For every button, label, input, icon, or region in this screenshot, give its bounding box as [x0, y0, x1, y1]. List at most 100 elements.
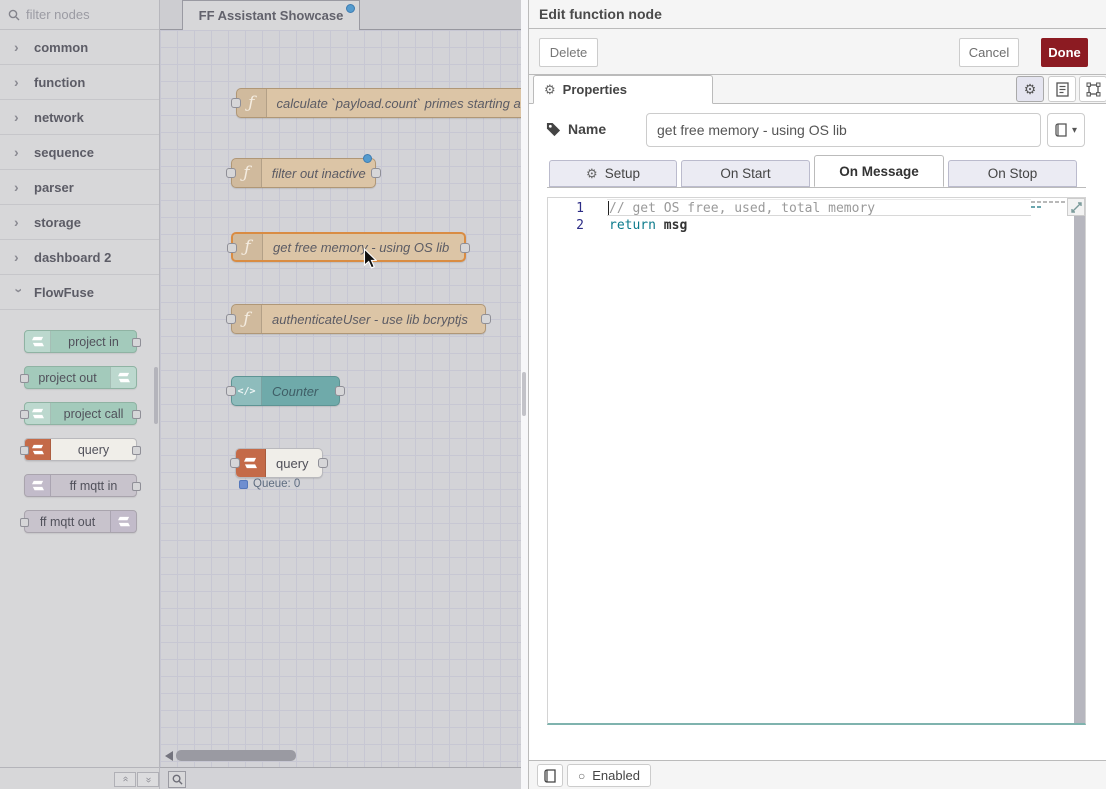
- expand-editor-button[interactable]: [1067, 198, 1085, 216]
- flowfuse-logo-icon: [25, 475, 51, 496]
- gear-icon: ⚙: [544, 82, 556, 98]
- chevron-right-icon: ›: [14, 144, 24, 160]
- delete-button[interactable]: Delete: [539, 38, 598, 67]
- gear-icon: ⚙: [586, 166, 598, 182]
- node-enabled-toggle[interactable]: ○ Enabled: [567, 764, 651, 787]
- palette-collapse-all-button[interactable]: »: [114, 772, 136, 787]
- edit-tray: Edit function node Delete Cancel Done ⚙ …: [528, 0, 1106, 789]
- tag-icon: [546, 122, 561, 137]
- palette-node-project-out[interactable]: project out: [24, 366, 137, 389]
- flowfuse-logo-icon: [110, 511, 136, 532]
- chevron-right-icon: ›: [14, 74, 24, 90]
- node-input-port[interactable]: [226, 386, 236, 396]
- palette-node-ff-mqtt-out[interactable]: ff mqtt out: [24, 510, 137, 533]
- palette-expand-all-button[interactable]: »: [137, 772, 159, 787]
- tray-footer: ○ Enabled: [529, 760, 1106, 789]
- workspace-grid[interactable]: [160, 30, 521, 789]
- palette-category-common[interactable]: ›common: [0, 30, 159, 65]
- palette-category-parser[interactable]: ›parser: [0, 170, 159, 205]
- tab-on-message[interactable]: On Message: [814, 155, 944, 187]
- node-input-port[interactable]: [20, 518, 29, 527]
- editor-scrollbar[interactable]: [1074, 198, 1085, 723]
- workspace-footer: [160, 767, 521, 789]
- palette-scrollbar[interactable]: [154, 367, 158, 424]
- flow-modified-dot-icon: [346, 4, 355, 13]
- book-icon: [544, 769, 557, 783]
- properties-view-button[interactable]: ⚙: [1016, 76, 1044, 102]
- horizontal-scrollbar[interactable]: [176, 750, 296, 761]
- name-row: Name ▾: [529, 113, 1106, 147]
- selection-box-icon: [1086, 82, 1101, 97]
- node-input-port[interactable]: [226, 168, 236, 178]
- function-icon: ƒ: [233, 234, 263, 260]
- cancel-button[interactable]: Cancel: [959, 38, 1019, 67]
- description-view-button[interactable]: [1048, 76, 1076, 102]
- name-input[interactable]: [646, 113, 1041, 147]
- editor-gutter: 1 2: [548, 198, 606, 723]
- palette-footer: » »: [0, 767, 159, 789]
- node-input-port[interactable]: [20, 446, 29, 455]
- flow-node-counter[interactable]: </> Counter: [231, 376, 340, 406]
- book-icon: [1055, 123, 1068, 137]
- tab-setup[interactable]: ⚙ Setup: [549, 160, 677, 187]
- node-output-port[interactable]: [132, 410, 141, 419]
- flow-node-calculate-primes[interactable]: ƒ calculate `payload.count` primes start…: [236, 88, 521, 118]
- node-output-port[interactable]: [132, 446, 141, 455]
- drag-handle[interactable]: [522, 372, 526, 416]
- node-output-port[interactable]: [481, 314, 491, 324]
- tab-on-stop[interactable]: On Stop: [948, 160, 1077, 187]
- flow-tab[interactable]: FF Assistant Showcase: [182, 0, 360, 30]
- search-flows-button[interactable]: [168, 771, 186, 788]
- tray-toolbar: Delete Cancel Done: [529, 29, 1106, 75]
- function-icon: ƒ: [232, 305, 262, 333]
- palette-category-storage[interactable]: ›storage: [0, 205, 159, 240]
- flow-node-query[interactable]: query: [235, 448, 323, 478]
- palette-category-function[interactable]: ›function: [0, 65, 159, 100]
- code-line-1: // get OS free, used, total memory: [609, 200, 875, 217]
- library-button[interactable]: [537, 764, 563, 787]
- tab-on-start[interactable]: On Start: [681, 160, 810, 187]
- node-input-port[interactable]: [231, 98, 241, 108]
- appearance-view-button[interactable]: [1079, 76, 1106, 102]
- flow-node-authenticate-user[interactable]: ƒ authenticateUser - use lib bcryptjs: [231, 304, 486, 334]
- name-library-button[interactable]: ▾: [1047, 113, 1085, 147]
- panel-resize-divider[interactable]: [521, 0, 528, 789]
- chevron-right-icon: ›: [14, 179, 24, 195]
- palette-category-dashboard2[interactable]: ›dashboard 2: [0, 240, 159, 275]
- flow-node-get-free-memory[interactable]: ƒ get free memory - using OS lib: [231, 232, 466, 262]
- node-output-port[interactable]: [371, 168, 381, 178]
- palette-filter-input[interactable]: [26, 7, 136, 22]
- document-icon: [1056, 82, 1069, 97]
- line-number: 2: [576, 217, 584, 234]
- node-output-port[interactable]: [132, 338, 141, 347]
- node-input-port[interactable]: [230, 458, 240, 468]
- node-output-port[interactable]: [132, 482, 141, 491]
- node-input-port[interactable]: [20, 410, 29, 419]
- flow-workspace[interactable]: FF Assistant Showcase ƒ calculate `paylo…: [160, 0, 521, 789]
- tab-properties[interactable]: ⚙ Properties: [533, 75, 713, 104]
- function-icon: ƒ: [237, 89, 267, 117]
- node-input-port[interactable]: [227, 243, 237, 253]
- node-input-port[interactable]: [20, 374, 29, 383]
- palette-category-network[interactable]: ›network: [0, 100, 159, 135]
- palette-node-query[interactable]: query: [24, 438, 137, 461]
- node-output-port[interactable]: [318, 458, 328, 468]
- editor-minimap[interactable]: [1031, 201, 1071, 208]
- node-output-port[interactable]: [335, 386, 345, 396]
- node-input-port[interactable]: [226, 314, 236, 324]
- chevron-right-icon: ›: [14, 214, 24, 230]
- done-button[interactable]: Done: [1041, 38, 1088, 67]
- palette-category-flowfuse[interactable]: ›FlowFuse: [0, 275, 159, 310]
- palette-node-project-call[interactable]: project call: [24, 402, 137, 425]
- node-changed-dot-icon: [363, 154, 372, 163]
- palette-node-ff-mqtt-in[interactable]: ff mqtt in: [24, 474, 137, 497]
- search-icon: [8, 9, 20, 21]
- palette-category-sequence[interactable]: ›sequence: [0, 135, 159, 170]
- code-editor[interactable]: 1 2 // get OS free, used, total memory r…: [547, 197, 1086, 725]
- palette-node-project-in[interactable]: project in: [24, 330, 137, 353]
- scroll-left-arrow-icon[interactable]: [165, 751, 173, 761]
- template-code-icon: </>: [232, 377, 262, 405]
- node-output-port[interactable]: [460, 243, 470, 253]
- flow-node-filter-out-inactive[interactable]: ƒ filter out inactive: [231, 158, 376, 188]
- tray-tabrow: ⚙ Properties ⚙: [529, 75, 1106, 104]
